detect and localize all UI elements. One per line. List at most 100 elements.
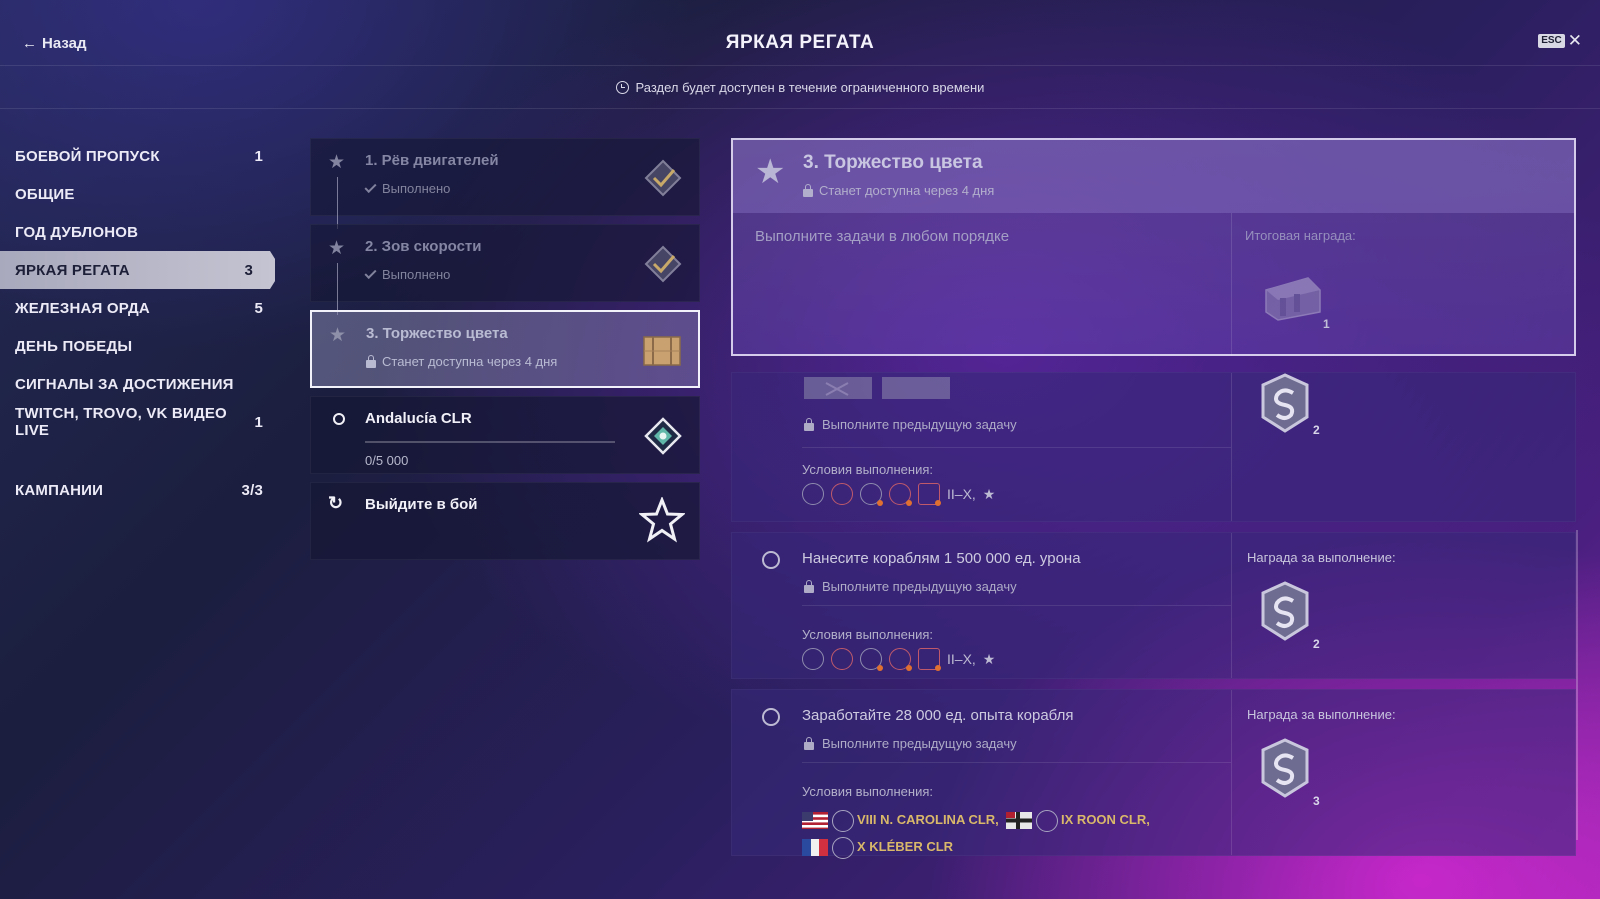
scrollbar[interactable] xyxy=(1576,530,1578,840)
sidebar-item-label: КАМПАНИИ xyxy=(15,481,104,499)
step-title: 1. Рёв двигателей xyxy=(365,152,499,169)
lock-icon xyxy=(366,354,376,368)
required-ships: VIII N. CAROLINA CLR, IX ROON CLR, X KLÉ… xyxy=(802,806,1150,860)
sidebar-item-label: TWITCH, TROVO, VK ВИДЕО LIVE xyxy=(15,405,227,439)
availability-text: Станет доступна через 4 дня xyxy=(819,183,995,198)
final-reward-label: Итоговая награда: xyxy=(1245,228,1356,243)
shield-emblem-icon xyxy=(1261,581,1309,641)
circle-icon xyxy=(762,551,780,569)
ship-name: IX ROON CLR, xyxy=(1061,812,1150,827)
sidebar-item-achievement-signals[interactable]: СИГНАЛЫ ЗА ДОСТИЖЕНИЯ xyxy=(0,365,285,403)
sidebar-item-label: ГОД ДУБЛОНОВ xyxy=(15,223,139,241)
availability: Станет доступна через 4 дня xyxy=(803,183,994,198)
lock-icon xyxy=(804,736,814,750)
conditions-label: Условия выполнения: xyxy=(802,462,933,477)
shield-emblem-icon xyxy=(1261,373,1309,433)
sidebar-item-label: БОЕВОЙ ПРОПУСК xyxy=(15,147,160,165)
notice-text: Раздел будет доступен в течение ограниче… xyxy=(635,79,985,95)
nation-icon xyxy=(831,648,853,670)
nation-icon xyxy=(860,483,883,506)
step-title: 2. Зов скорости xyxy=(365,238,482,255)
ship-reward-icon xyxy=(1265,277,1321,321)
ship-thumbnails-icon xyxy=(804,377,950,399)
nation-icons: II–X, ★ xyxy=(802,483,995,506)
tier-range: II–X, xyxy=(947,651,976,667)
sidebar-item-bright-regatta[interactable]: ЯРКАЯ РЕГАТА 3 xyxy=(0,251,275,289)
tier-range: II–X, xyxy=(947,486,976,502)
step-status: Станет доступна через 4 дня xyxy=(366,354,557,369)
step-go-to-battle[interactable]: ↻ Выйдите в бой xyxy=(310,482,700,560)
sidebar-item-victory-day[interactable]: ДЕНЬ ПОБЕДЫ xyxy=(0,327,285,365)
check-icon xyxy=(364,180,377,194)
star-icon: ★ xyxy=(329,325,347,346)
repeat-icon: ↻ xyxy=(328,493,344,513)
step-title: Выйдите в бой xyxy=(365,496,478,513)
step-status-text: Станет доступна через 4 дня xyxy=(382,354,558,369)
sidebar-item-label: ДЕНЬ ПОБЕДЫ xyxy=(15,337,133,355)
task-title: Заработайте 28 000 ед. опыта корабля xyxy=(802,707,1074,724)
star-icon: ★ xyxy=(328,238,346,259)
nation-icon xyxy=(889,483,912,506)
star-outline-icon xyxy=(639,497,685,543)
sidebar-item-count: 3/3 xyxy=(241,481,263,499)
step-color-triumph[interactable]: ★ 3. Торжество цвета Станет доступна чер… xyxy=(310,310,700,388)
check-icon xyxy=(364,266,377,280)
conditions-label: Условия выполнения: xyxy=(802,627,933,642)
lock-text: Выполните предыдущую задачу xyxy=(822,417,1017,432)
sidebar-item-campaigns[interactable]: КАМПАНИИ 3/3 xyxy=(0,471,285,509)
diamond-target-icon xyxy=(644,417,682,455)
sidebar-item-battle-pass[interactable]: БОЕВОЙ ПРОПУСК 1 xyxy=(0,137,285,175)
reward-label: Награда за выполнение: xyxy=(1247,707,1396,722)
star-icon: ★ xyxy=(755,153,786,191)
nation-icon xyxy=(802,483,824,505)
close-button[interactable]: ESC ✕ xyxy=(1538,32,1582,49)
tier-laurel-icon xyxy=(1036,809,1059,832)
final-reward-count: 1 xyxy=(1323,317,1330,331)
germany-flag-icon xyxy=(1006,812,1033,830)
locked-row: Выполните предыдущую задачу xyxy=(804,417,1017,432)
reward-label: Награда за выполнение: xyxy=(1247,550,1396,565)
sidebar-item-count: 5 xyxy=(254,299,263,317)
progress-bar xyxy=(365,441,615,443)
step-speed-call[interactable]: ★ 2. Зов скорости Выполнено xyxy=(310,224,700,315)
step-status-text: Выполнено xyxy=(382,267,451,282)
sidebar-item-count: 3 xyxy=(244,261,253,279)
completed-diamond-icon xyxy=(644,159,682,197)
crate-icon xyxy=(643,336,681,366)
top-bar: ← Назад ЯРКАЯ РЕГАТА ESC ✕ xyxy=(0,0,1600,66)
task-title: Нанесите кораблям 1 500 000 ед. урона xyxy=(802,550,1081,567)
step-andalucia[interactable]: Andalucía CLR 0/5 000 xyxy=(310,396,700,474)
star-icon: ★ xyxy=(982,650,996,667)
nation-icon xyxy=(860,648,883,671)
step-engines-roar[interactable]: ★ 1. Рёв двигателей Выполнено xyxy=(310,138,700,229)
sidebar-item-label: ЖЕЛЕЗНАЯ ОРДА xyxy=(15,299,150,317)
step-status: Выполнено xyxy=(364,266,451,282)
nation-icon xyxy=(889,648,912,671)
sidebar-item-streams[interactable]: TWITCH, TROVO, VK ВИДЕО LIVE 1 xyxy=(0,403,285,441)
france-flag-icon xyxy=(802,839,828,857)
circle-icon xyxy=(333,413,345,425)
sidebar-item-label: СИГНАЛЫ ЗА ДОСТИЖЕНИЯ xyxy=(15,375,234,393)
locked-row: Выполните предыдущую задачу xyxy=(804,579,1017,594)
lock-icon xyxy=(803,183,813,197)
mission-detail: ★ 3. Торжество цвета Станет доступна чер… xyxy=(731,138,1576,859)
step-status-text: Выполнено xyxy=(382,181,451,196)
sidebar-item-doubloons-year[interactable]: ГОД ДУБЛОНОВ xyxy=(0,213,285,251)
task-card-3[interactable]: Заработайте 28 000 ед. опыта корабля Вып… xyxy=(731,689,1576,859)
task-card-2[interactable]: Нанесите кораблям 1 500 000 ед. урона Вы… xyxy=(731,532,1576,679)
lock-icon xyxy=(804,579,814,593)
ship-name: X KLÉBER CLR xyxy=(857,839,954,854)
esc-key-label: ESC xyxy=(1538,34,1565,48)
sidebar-item-iron-horde[interactable]: ЖЕЛЕЗНАЯ ОРДА 5 xyxy=(0,289,285,327)
page-title: ЯРКАЯ РЕГАТА xyxy=(725,32,875,53)
sidebar-item-general[interactable]: ОБЩИЕ xyxy=(0,175,285,213)
nation-icon xyxy=(918,648,941,671)
lock-text: Выполните предыдущую задачу xyxy=(822,736,1017,751)
detail-header: ★ 3. Торжество цвета Станет доступна чер… xyxy=(731,138,1576,356)
lock-text: Выполните предыдущую задачу xyxy=(822,579,1017,594)
step-title: Andalucía CLR xyxy=(365,410,472,427)
sidebar-item-label: ЯРКАЯ РЕГАТА xyxy=(15,261,130,279)
sidebar-item-count: 1 xyxy=(254,147,263,165)
conditions-label: Условия выполнения: xyxy=(802,784,933,799)
completed-diamond-icon xyxy=(644,245,682,283)
